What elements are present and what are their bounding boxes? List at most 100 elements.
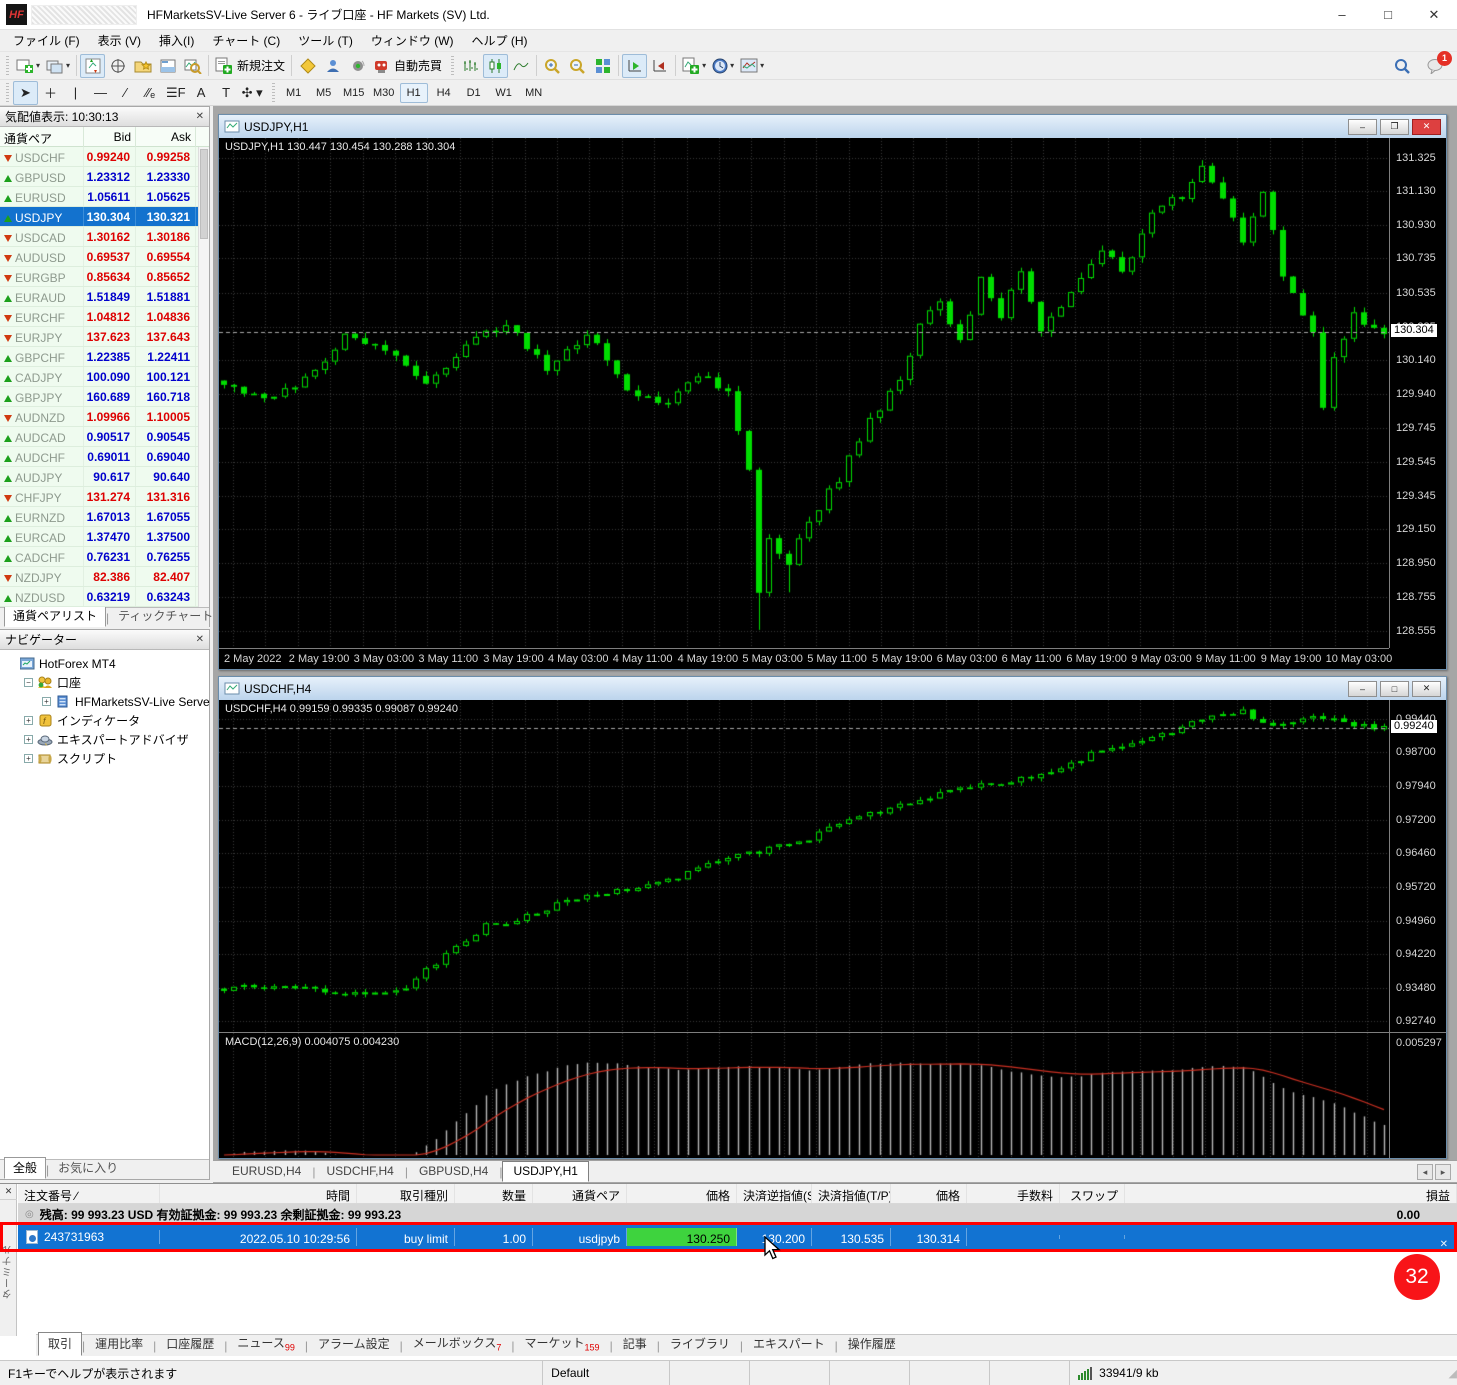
chart-shift-button[interactable]: [647, 54, 672, 78]
new-order-button[interactable]: 新規注文: [212, 54, 288, 78]
close-icon[interactable]: ✕: [196, 111, 204, 122]
close-button[interactable]: ✕: [1411, 0, 1457, 30]
arrows-tool[interactable]: ✣ ▾: [239, 81, 266, 105]
terminal-tab-4[interactable]: アラーム設定: [308, 1332, 400, 1356]
navigator-item-accounts[interactable]: − 口座: [0, 673, 209, 692]
terminal-column-2[interactable]: 取引種別: [357, 1184, 455, 1203]
chart-minimize-button[interactable]: –: [1348, 118, 1377, 135]
templates-button[interactable]: ▾: [737, 54, 767, 78]
chart-tab-eurusd-h4[interactable]: EURUSD,H4: [221, 1161, 312, 1182]
indicators-button[interactable]: ▾: [679, 54, 709, 78]
auto-scroll-button[interactable]: [622, 53, 648, 78]
navigator-item-server[interactable]: + HFMarketsSV-Live Serve: [0, 692, 210, 711]
terminal-tab-7[interactable]: 記事: [613, 1332, 657, 1356]
notifications-icon[interactable]: 1: [1422, 50, 1452, 78]
bar-chart-type-button[interactable]: [458, 54, 483, 78]
scroll-left-icon[interactable]: ◂: [1417, 1164, 1433, 1180]
navigator-item-platform[interactable]: HotForex MT4: [0, 654, 209, 673]
market-watch-row-usdjpy[interactable]: USDJPY 130.304 130.321: [0, 207, 209, 227]
periods-button[interactable]: ▾: [709, 54, 737, 78]
market-watch-row-eurchf[interactable]: EURCHF 1.04812 1.04836: [0, 307, 209, 327]
menu-item-F[interactable]: ファイル (F): [4, 30, 89, 51]
chart-tab-usdjpy-h1[interactable]: USDJPY,H1: [502, 1161, 589, 1182]
timeframe-m5-button[interactable]: M5: [310, 83, 338, 103]
market-watch-row-cadchf[interactable]: CADCHF 0.76231 0.76255: [0, 547, 209, 567]
horizontal-line-tool[interactable]: —: [88, 81, 113, 105]
market-watch-row-audusd[interactable]: AUDUSD 0.69537 0.69554: [0, 247, 209, 267]
minimize-button[interactable]: –: [1319, 0, 1365, 30]
tile-windows-button[interactable]: [590, 54, 615, 78]
navigator-tab-0[interactable]: 全般: [4, 1157, 47, 1179]
open-order-row[interactable]: 243731963 2022.05.10 10:29:56 buy limit 1.0…: [18, 1225, 1457, 1250]
text-label-tool[interactable]: T: [214, 81, 239, 105]
market-watch-row-audcad[interactable]: AUDCAD 0.90517 0.90545: [0, 427, 209, 447]
expand-icon[interactable]: +: [24, 754, 33, 763]
toolbar-grip[interactable]: [6, 55, 9, 76]
search-icon[interactable]: [1389, 54, 1414, 78]
timeframe-m1-button[interactable]: M1: [280, 83, 308, 103]
terminal-tab-5[interactable]: メールボックス7: [403, 1331, 512, 1356]
market-watch-tab-1[interactable]: ティックチャート: [109, 605, 222, 627]
menu-item-H[interactable]: ヘルプ (H): [463, 30, 537, 51]
timeframe-m15-button[interactable]: M15: [340, 83, 368, 103]
chart-minimize-button[interactable]: –: [1348, 680, 1377, 697]
scroll-right-icon[interactable]: ▸: [1435, 1164, 1451, 1180]
navigator-toggle-button[interactable]: [130, 54, 155, 78]
column-ask[interactable]: Ask: [136, 127, 196, 147]
usdjpy-chart-canvas[interactable]: [219, 138, 1389, 647]
candlestick-type-button[interactable]: [483, 53, 509, 78]
community-icon[interactable]: [320, 54, 345, 78]
market-watch-row-audnzd[interactable]: AUDNZD 1.09966 1.10005: [0, 407, 209, 427]
terminal-column-10[interactable]: スワップ: [1060, 1184, 1125, 1203]
chart-maximize-button[interactable]: □: [1380, 680, 1409, 697]
terminal-tab-6[interactable]: マーケット159: [515, 1331, 610, 1356]
menu-item-V[interactable]: 表示 (V): [89, 30, 150, 51]
scrollbar-thumb[interactable]: [200, 149, 208, 239]
terminal-column-4[interactable]: 通貨ペア: [533, 1184, 627, 1203]
terminal-tab-9[interactable]: エキスパート: [743, 1332, 835, 1356]
column-bid[interactable]: Bid: [84, 127, 136, 147]
terminal-column-5[interactable]: 価格: [627, 1184, 737, 1203]
menu-item-T[interactable]: ツール (T): [289, 30, 362, 51]
market-watch-row-audjpy[interactable]: AUDJPY 90.617 90.640: [0, 467, 209, 487]
timeframe-w1-button[interactable]: W1: [490, 83, 518, 103]
status-profile[interactable]: Default: [543, 1361, 671, 1385]
navigator-item-indicators[interactable]: + f インディケータ: [0, 711, 209, 730]
market-watch-scrollbar[interactable]: [198, 147, 209, 607]
terminal-column-9[interactable]: 手数料: [967, 1184, 1060, 1203]
terminal-tab-3[interactable]: ニュース99: [227, 1331, 304, 1356]
market-watch-row-euraud[interactable]: EURAUD 1.51849 1.51881: [0, 287, 209, 307]
navigator-tab-1[interactable]: お気に入り: [49, 1157, 127, 1179]
terminal-tab-8[interactable]: ライブラリ: [660, 1332, 740, 1356]
navigator-item-experts[interactable]: + エキスパートアドバイザ: [0, 730, 209, 749]
market-watch-row-eurnzd[interactable]: EURNZD 1.67013 1.67055: [0, 507, 209, 527]
menu-item-I[interactable]: 挿入(I): [150, 30, 203, 51]
market-watch-row-cadjpy[interactable]: CADJPY 100.090 100.121: [0, 367, 209, 387]
terminal-tab-2[interactable]: 口座履歴: [156, 1332, 224, 1356]
market-watch-row-nzdjpy[interactable]: NZDJPY 82.386 82.407: [0, 567, 209, 587]
metaeditor-icon[interactable]: [295, 54, 320, 78]
terminal-column-1[interactable]: 時間: [160, 1184, 357, 1203]
market-watch-row-eurjpy[interactable]: EURJPY 137.623 137.643: [0, 327, 209, 347]
navigator-item-scripts[interactable]: + スクリプト: [0, 749, 209, 768]
auto-trading-button[interactable]: 自動売買: [370, 54, 445, 78]
macd-indicator-canvas[interactable]: [219, 1033, 1389, 1158]
maximize-button[interactable]: □: [1365, 0, 1411, 30]
indicator-pane-separator[interactable]: [219, 1032, 1446, 1033]
usdchf-chart-canvas[interactable]: [219, 700, 1389, 1032]
zoom-out-button[interactable]: [565, 54, 590, 78]
terminal-tab-1[interactable]: 運用比率: [85, 1332, 153, 1356]
chart-tab-usdchf-h4[interactable]: USDCHF,H4: [315, 1161, 404, 1182]
terminal-column-6[interactable]: 決済逆指値(S/L): [737, 1184, 812, 1203]
cursor-tool[interactable]: ➤: [13, 80, 38, 105]
close-icon[interactable]: ✕: [196, 634, 204, 645]
market-watch-row-eurgbp[interactable]: EURGBP 0.85634 0.85652: [0, 267, 209, 287]
timeframe-m30-button[interactable]: M30: [370, 83, 398, 103]
timeframe-mn-button[interactable]: MN: [520, 83, 548, 103]
market-watch-row-eurcad[interactable]: EURCAD 1.37470 1.37500: [0, 527, 209, 547]
chart-window-titlebar[interactable]: USDCHF,H4 – □ ✕: [219, 677, 1446, 700]
market-watch-row-gbpchf[interactable]: GBPCHF 1.22385 1.22411: [0, 347, 209, 367]
expand-icon[interactable]: +: [24, 735, 33, 744]
profiles-button[interactable]: ▾: [43, 54, 73, 78]
market-watch-tab-0[interactable]: 通貨ペアリスト: [4, 605, 107, 627]
